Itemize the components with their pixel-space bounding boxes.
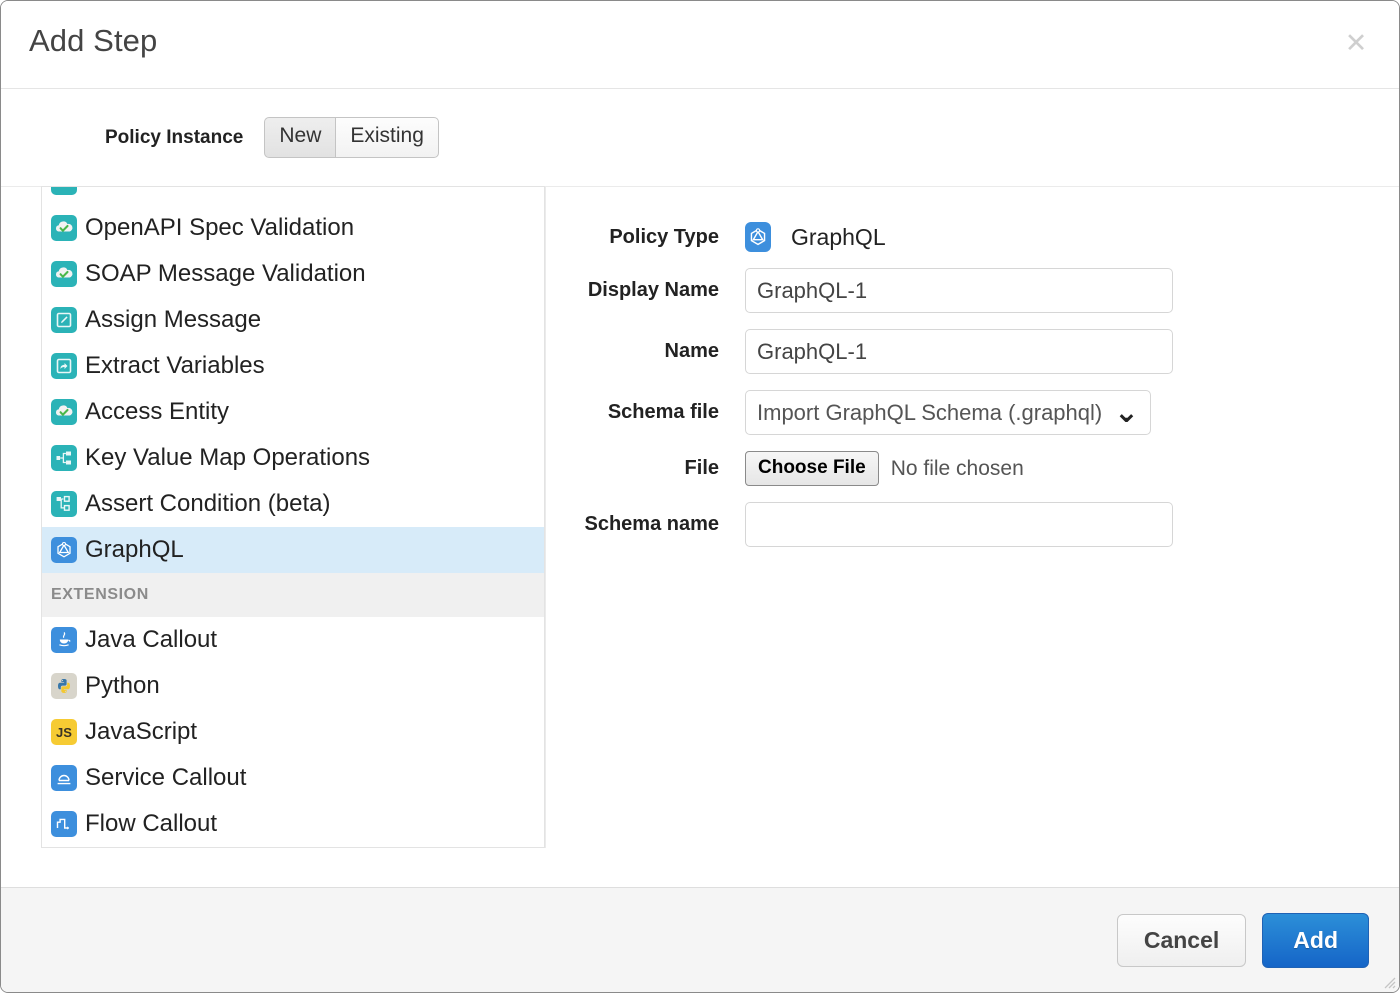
field-policy-type: Policy Type GraphQL (561, 222, 1261, 252)
schema-name-label: Schema name (561, 513, 745, 536)
dialog-footer: Cancel Add (1, 887, 1399, 992)
tab-new[interactable]: New (264, 117, 335, 157)
schema-file-selected-value: Import GraphQL Schema (.graphql) (757, 400, 1108, 426)
list-item-label: Access Entity (85, 398, 229, 426)
list-item-label: Java Callout (85, 626, 217, 654)
close-icon[interactable]: ✕ (1341, 29, 1371, 59)
policy-list[interactable]: OpenAPI Spec Validation SOAP Message Val… (41, 186, 545, 848)
list-item-key-value-map-operations[interactable]: Key Value Map Operations (42, 435, 544, 481)
graphql-icon (51, 537, 77, 563)
field-display-name: Display Name (561, 268, 1261, 313)
list-item-python[interactable]: Python (42, 663, 544, 709)
arrow-square-icon (51, 353, 77, 379)
list-item-label: Assign Message (85, 306, 261, 334)
field-name: Name (561, 329, 1261, 374)
add-button[interactable]: Add (1262, 913, 1369, 968)
list-item[interactable] (42, 186, 544, 205)
flow-callout-icon (51, 811, 77, 837)
list-item-java-callout[interactable]: Java Callout (42, 617, 544, 663)
javascript-icon: JS (51, 719, 77, 745)
list-group-header-extension: EXTENSION (42, 573, 544, 617)
list-item-label: Key Value Map Operations (85, 444, 370, 472)
list-item-label: Service Callout (85, 764, 246, 792)
list-item-assign-message[interactable]: Assign Message (42, 297, 544, 343)
key-value-tree-icon (51, 445, 77, 471)
list-item-soap-message-validation[interactable]: SOAP Message Validation (42, 251, 544, 297)
name-input[interactable] (745, 329, 1173, 374)
dialog-header: Add Step ✕ (1, 1, 1399, 89)
dialog-body: OpenAPI Spec Validation SOAP Message Val… (1, 186, 1399, 887)
list-item-flow-callout[interactable]: Flow Callout (42, 801, 544, 847)
pencil-square-icon (51, 307, 77, 333)
schema-file-label: Schema file (561, 401, 745, 424)
list-item-label: Extract Variables (85, 352, 265, 380)
add-step-dialog: Add Step ✕ Policy Instance New Existing (0, 0, 1400, 993)
list-item-label: Assert Condition (beta) (85, 490, 330, 518)
list-item-extract-variables[interactable]: Extract Variables (42, 343, 544, 389)
display-name-input[interactable] (745, 268, 1173, 313)
assert-nodes-icon (51, 491, 77, 517)
cancel-button[interactable]: Cancel (1117, 914, 1246, 967)
policy-instance-row: Policy Instance New Existing (1, 89, 1399, 186)
js-glyph: JS (56, 725, 72, 740)
list-item-label: SOAP Message Validation (85, 260, 366, 288)
cloud-check-icon (51, 215, 77, 241)
schema-name-input[interactable] (745, 502, 1173, 547)
service-callout-icon (51, 765, 77, 791)
policy-type-label: Policy Type (561, 226, 745, 249)
field-file: File Choose File No file chosen (561, 451, 1261, 486)
policy-type-value: GraphQL (791, 224, 886, 251)
tab-existing[interactable]: Existing (335, 117, 439, 157)
list-item-javascript[interactable]: JS JavaScript (42, 709, 544, 755)
policy-config-form: Policy Type GraphQL Display Name (561, 222, 1261, 563)
list-item-label: OpenAPI Spec Validation (85, 214, 354, 242)
schema-file-select[interactable]: Import GraphQL Schema (.graphql) ⌄ (745, 390, 1151, 435)
name-label: Name (561, 340, 745, 363)
cloud-check-icon (51, 186, 77, 195)
display-name-label: Display Name (561, 279, 745, 302)
resize-grip-icon[interactable] (1382, 975, 1396, 989)
list-item-assert-condition[interactable]: Assert Condition (beta) (42, 481, 544, 527)
panel-divider (545, 186, 546, 848)
graphql-icon (745, 222, 771, 252)
policy-instance-label: Policy Instance (105, 127, 243, 149)
list-item-graphql[interactable]: GraphQL (42, 527, 544, 573)
list-item-label: JavaScript (85, 718, 197, 746)
cloud-check-icon (51, 261, 77, 287)
list-item-label: Flow Callout (85, 810, 217, 838)
java-icon (51, 627, 77, 653)
list-item-label: GraphQL (85, 536, 184, 564)
cloud-check-icon (51, 399, 77, 425)
file-label: File (561, 457, 745, 480)
policy-instance-toggle[interactable]: New Existing (264, 117, 439, 157)
field-schema-file: Schema file Import GraphQL Schema (.grap… (561, 390, 1261, 435)
python-icon (51, 673, 77, 699)
field-schema-name: Schema name (561, 502, 1261, 547)
list-item-access-entity[interactable]: Access Entity (42, 389, 544, 435)
list-item-service-callout[interactable]: Service Callout (42, 755, 544, 801)
list-item-openapi-spec-validation[interactable]: OpenAPI Spec Validation (42, 205, 544, 251)
file-status-text: No file chosen (891, 457, 1024, 481)
page-title: Add Step (29, 23, 157, 59)
choose-file-button[interactable]: Choose File (745, 451, 879, 486)
list-item-label: Python (85, 672, 160, 700)
chevron-down-icon: ⌄ (1114, 408, 1139, 418)
